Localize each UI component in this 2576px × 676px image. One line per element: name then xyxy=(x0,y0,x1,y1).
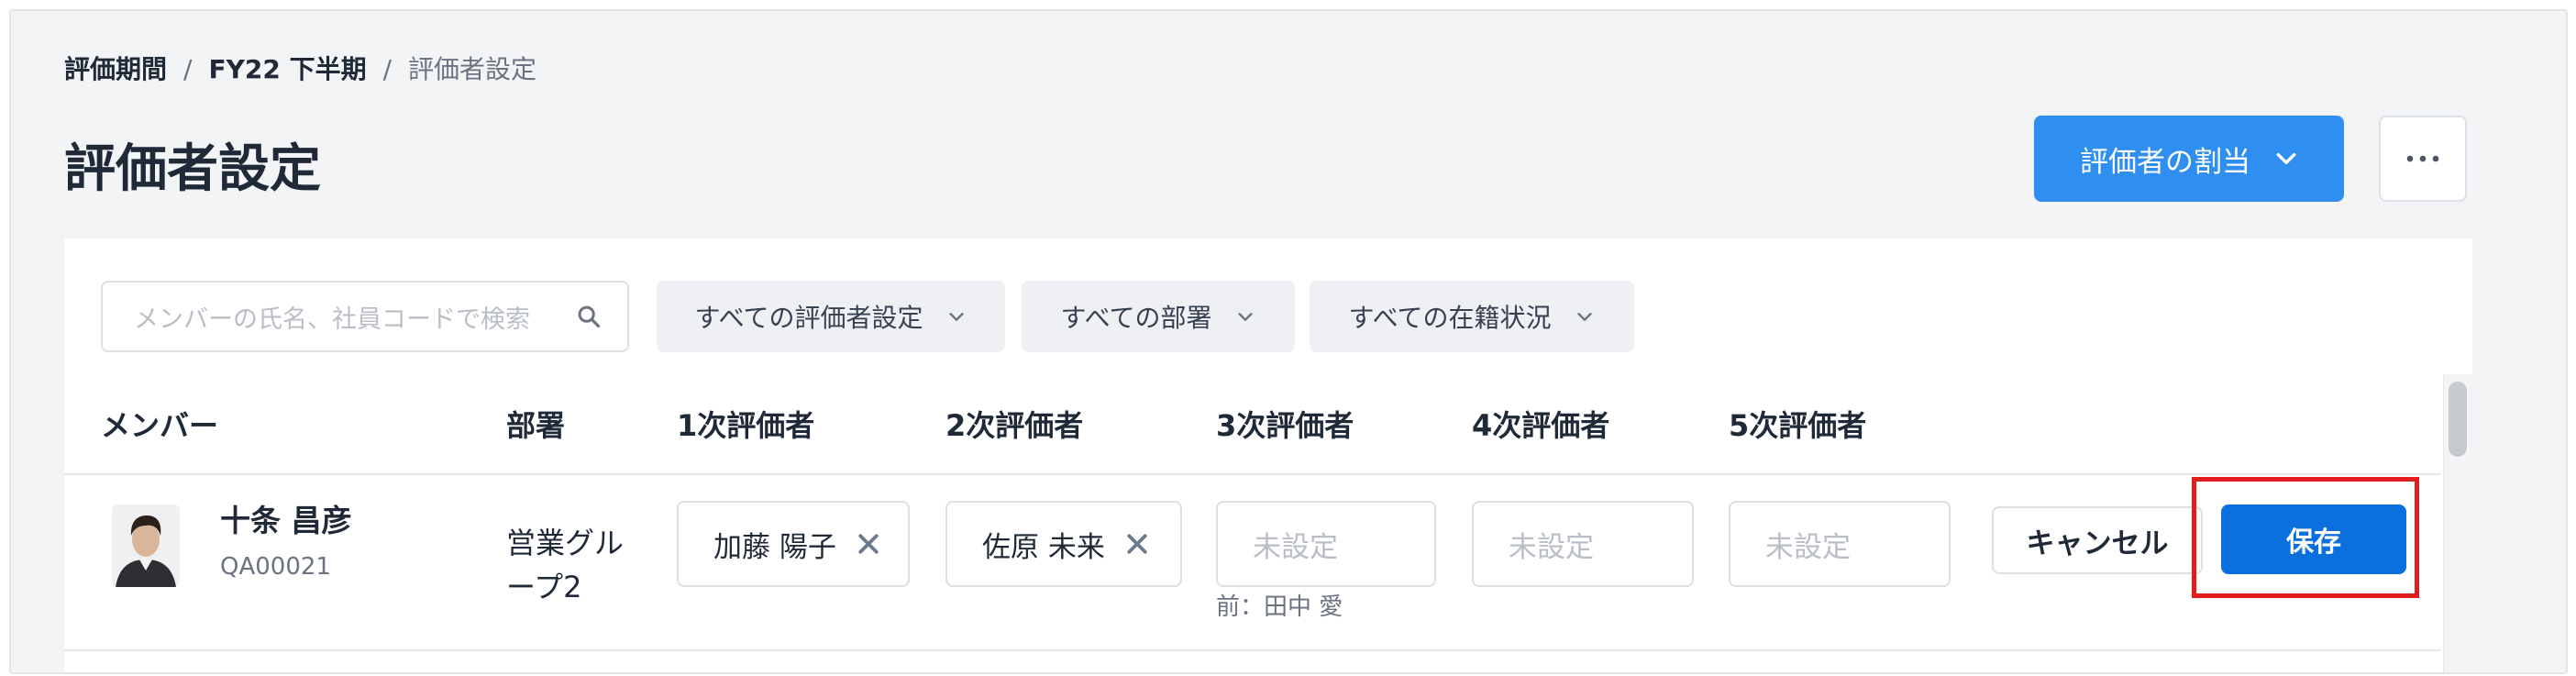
evaluator-1-name: 加藤 陽子 xyxy=(713,530,836,564)
chevron-down-icon xyxy=(1577,313,1593,321)
assign-evaluator-label: 評価者の割当 xyxy=(2080,145,2250,179)
header-divider xyxy=(64,473,2441,475)
scrollbar-thumb[interactable] xyxy=(2449,382,2467,457)
department-filter[interactable]: すべての部署 xyxy=(1022,281,1295,352)
remove-evaluator-1-icon[interactable] xyxy=(855,530,882,558)
chevron-down-icon xyxy=(949,313,965,321)
evaluator-2-chip[interactable]: 佐原 未来 xyxy=(945,501,1182,587)
column-header-evaluator-4: 4次評価者 xyxy=(1472,408,1610,443)
column-header-evaluator-2: 2次評価者 xyxy=(945,408,1084,443)
evaluator-1-chip[interactable]: 加藤 陽子 xyxy=(677,501,910,587)
more-options-button[interactable] xyxy=(2379,116,2467,202)
evaluator-setting-filter-label: すべての評価者設定 xyxy=(694,303,923,333)
member-code: QA00021 xyxy=(220,553,331,581)
member-search-input[interactable]: メンバーの氏名、社員コードで検索 xyxy=(101,281,629,352)
evaluator-5-field[interactable]: 未設定 xyxy=(1729,501,1951,587)
breadcrumb: 評価期間 / FY22 下半期 / 評価者設定 xyxy=(64,51,536,88)
chevron-down-icon xyxy=(2276,152,2296,165)
row-divider xyxy=(64,649,2441,651)
column-header-evaluator-3: 3次評価者 xyxy=(1216,408,1354,443)
app-frame: 評価期間 / FY22 下半期 / 評価者設定 評価者設定 評価者の割当 メンバ… xyxy=(9,9,2568,674)
evaluator-2-name: 佐原 未来 xyxy=(982,530,1105,564)
evaluator-table-card: メンバーの氏名、社員コードで検索 すべての評価者設定 すべての部署 すべての在籍… xyxy=(64,238,2472,672)
column-header-member: メンバー xyxy=(101,408,219,443)
member-department: 営業グループ2 xyxy=(506,526,625,604)
breadcrumb-separator: / xyxy=(382,54,392,84)
cancel-button[interactable]: キャンセル xyxy=(1992,506,2203,574)
evaluator-4-field[interactable]: 未設定 xyxy=(1472,501,1694,587)
breadcrumb-link-fy22[interactable]: FY22 下半期 xyxy=(208,51,366,88)
column-header-evaluator-5: 5次評価者 xyxy=(1729,408,1867,443)
evaluator-3-field[interactable]: 未設定 xyxy=(1216,501,1436,587)
evaluator-3-previous: 前：田中 愛 xyxy=(1216,593,1343,621)
save-button[interactable]: 保存 xyxy=(2221,504,2406,574)
breadcrumb-separator: / xyxy=(183,54,193,84)
assign-evaluator-button[interactable]: 評価者の割当 xyxy=(2034,116,2344,202)
breadcrumb-current: 評価者設定 xyxy=(408,54,537,84)
remove-evaluator-2-icon[interactable] xyxy=(1123,530,1151,558)
search-placeholder: メンバーの氏名、社員コードで検索 xyxy=(134,305,530,334)
search-icon xyxy=(578,305,601,328)
department-filter-label: すべての部署 xyxy=(1060,303,1212,333)
page-title: 評価者設定 xyxy=(64,139,321,199)
breadcrumb-link-evaluation-period[interactable]: 評価期間 xyxy=(64,51,167,88)
status-filter[interactable]: すべての在籍状況 xyxy=(1310,281,1634,352)
status-filter-label: すべての在籍状況 xyxy=(1348,303,1552,333)
column-header-department: 部署 xyxy=(506,408,566,443)
column-header-evaluator-1: 1次評価者 xyxy=(677,408,815,443)
ellipsis-icon xyxy=(2406,155,2439,162)
avatar xyxy=(112,504,180,587)
member-name: 十条 昌彦 xyxy=(220,503,352,538)
evaluator-setting-filter[interactable]: すべての評価者設定 xyxy=(657,281,1005,352)
chevron-down-icon xyxy=(1238,313,1254,321)
